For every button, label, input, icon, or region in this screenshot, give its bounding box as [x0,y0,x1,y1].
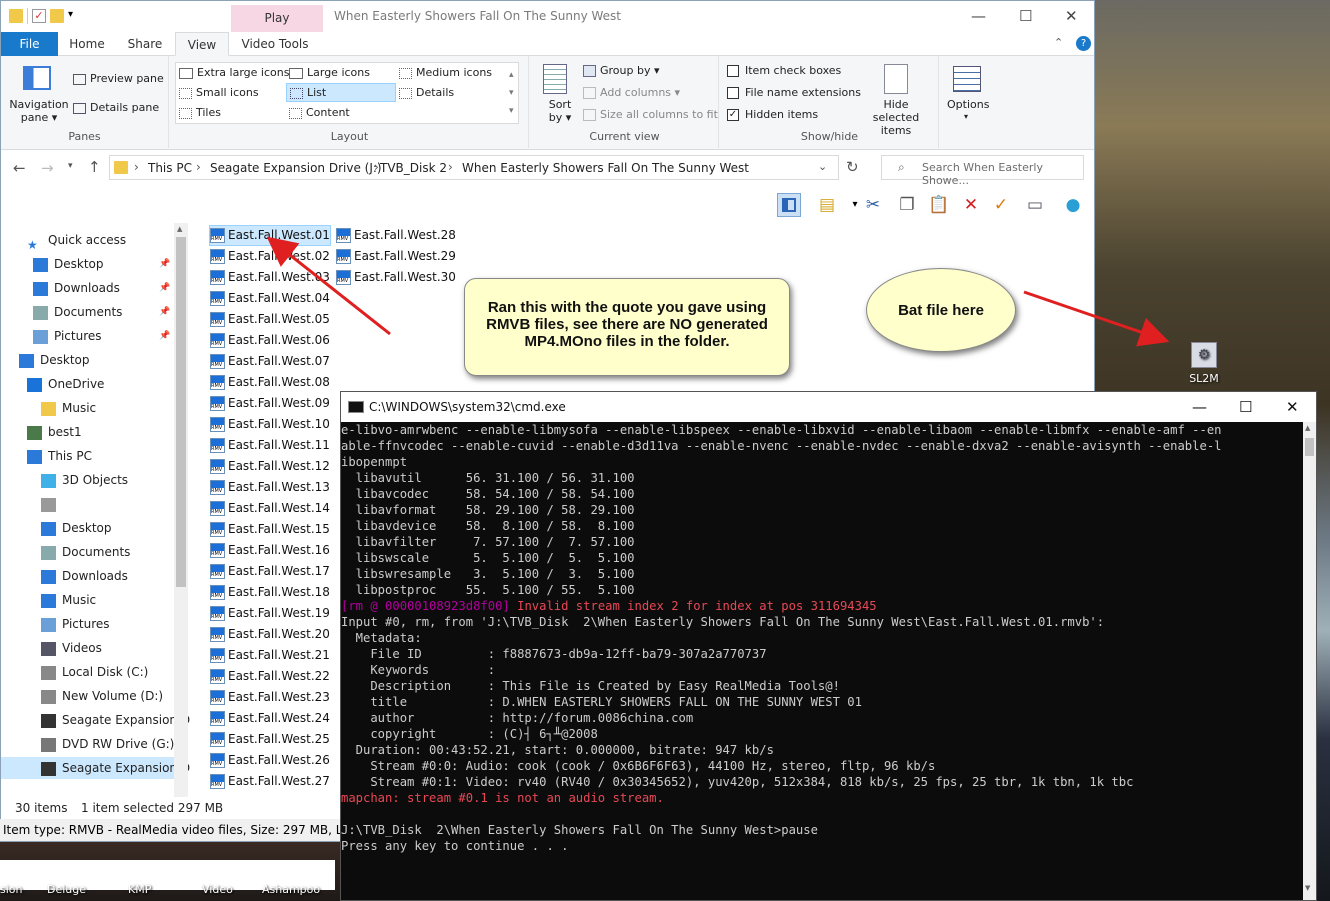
cmd-line: Stream #0:1: Video: rv40 (RV40 / 0x30345… [341,775,1134,789]
cmd-line: Duration: 00:43:52.21, start: 0.000000, … [341,743,774,757]
cmd-line [341,806,1301,822]
cmd-line: title : D.WHEN EASTERLY SHOWERS FALL ON … [341,695,862,709]
cmd-line: libpostproc 55. 5.100 / 55. 5.100 [341,583,635,597]
cmd-output: e-libvo-amrwbenc --enable-libmysofa --en… [341,422,1301,900]
arrow-to-file [266,236,391,336]
cmd-line: libavfilter 7. 57.100 / 7. 57.100 [341,535,635,549]
cmd-log-prefix: [rm @ 00000108923d8f00] [341,599,510,613]
gear-icon: ⚙ [1191,342,1217,368]
cmd-line: copyright : (C)┤ 6┐╨@2008 [341,727,598,741]
cmd-line: libavformat 58. 29.100 / 58. 29.100 [341,503,635,517]
cmd-line: libswresample 3. 5.100 / 3. 5.100 [341,567,635,581]
cmd-title: C:\WINDOWS\system32\cmd.exe [369,400,566,414]
cmd-icon [348,401,364,413]
cmd-title-bar: C:\WINDOWS\system32\cmd.exe — ☐ ✕ [341,392,1316,422]
cmd-line: Input #0, rm, from 'J:\TVB_Disk 2\When E… [341,615,1105,629]
scroll-down-icon[interactable]: ▼ [1305,884,1310,892]
cmd-line: libavutil 56. 31.100 / 56. 31.100 [341,471,635,485]
cmd-line: mapchan: stream #0.1 is not an audio str… [341,791,664,805]
cmd-close-button[interactable]: ✕ [1286,392,1299,422]
cmd-line: author : http://forum.0086china.com [341,711,694,725]
cmd-line: Description : This File is Created by Ea… [341,679,840,693]
cmd-line: Metadata: [341,631,422,645]
cmd-line: e-libvo-amrwbenc --enable-libmysofa --en… [341,423,1222,437]
cmd-scrollbar[interactable]: ▲ ▼ [1303,422,1316,900]
cmd-minimize-button[interactable]: — [1192,392,1207,422]
cmd-line: J:\TVB_Disk 2\When Easterly Showers Fall… [341,823,818,837]
cmd-log-message: Invalid stream index 2 for index at pos … [509,599,877,613]
cmd-line: libavdevice 58. 8.100 / 58. 8.100 [341,519,635,533]
annotation-callout: Ran this with the quote you gave using R… [464,278,790,376]
cmd-line: Stream #0:0: Audio: cook (cook / 0x6B6F6… [341,759,936,773]
bat-file-label: SL2M [1189,372,1219,385]
cmd-line: File ID : f8887673-db9a-12ff-ba79-307a2a… [341,647,767,661]
scroll-up-icon[interactable]: ▲ [1305,424,1310,432]
bat-file-desktop-icon[interactable]: ⚙ SL2M [1180,342,1228,385]
cmd-window: C:\WINDOWS\system32\cmd.exe — ☐ ✕ e-libv… [340,391,1317,901]
cmd-line: Press any key to continue . . . [341,839,569,853]
cmd-maximize-button[interactable]: ☐ [1239,392,1252,422]
arrow-to-bat [1023,290,1170,347]
cmd-line: [rm @ 00000108923d8f00] Invalid stream i… [341,598,1301,614]
cmd-line: Keywords : [341,663,496,677]
cmd-line: libswscale 5. 5.100 / 5. 5.100 [341,551,635,565]
cmd-scroll-thumb[interactable] [1305,438,1314,456]
cmd-line: able-ffnvcodec --enable-cuvid --enable-d… [341,439,1222,453]
bat-callout: Bat file here [866,268,1016,352]
cmd-line: ibopenmpt [341,455,408,469]
cmd-line: libavcodec 58. 54.100 / 58. 54.100 [341,487,635,501]
